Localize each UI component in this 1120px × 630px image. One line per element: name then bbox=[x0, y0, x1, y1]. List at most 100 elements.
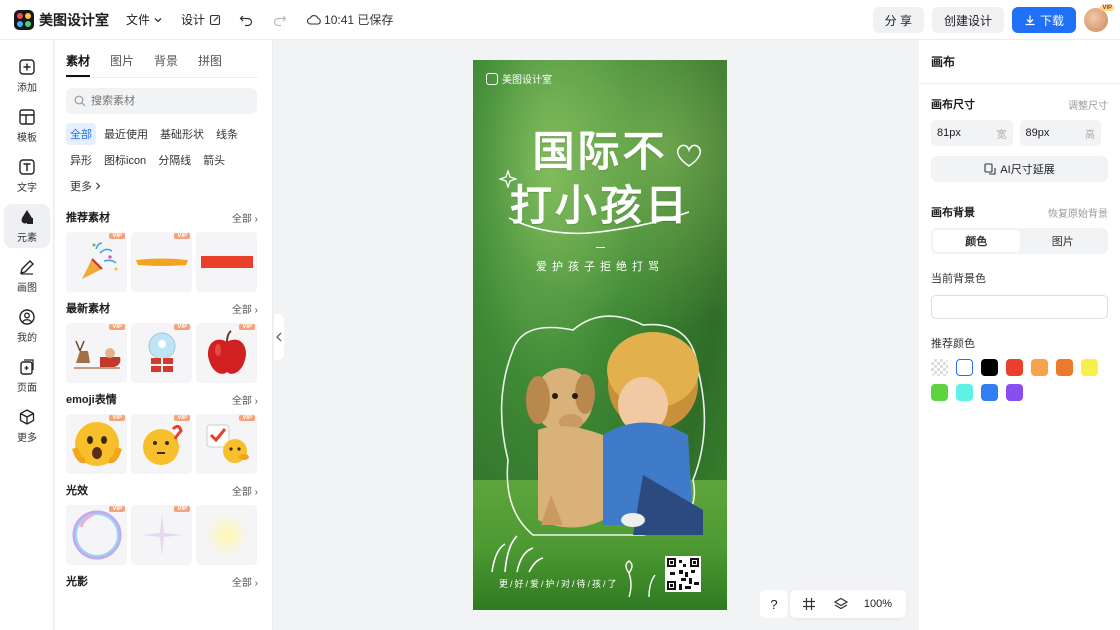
swatch-yellow[interactable] bbox=[1081, 359, 1098, 376]
subtitle-dash bbox=[596, 247, 605, 248]
section-title: emoji表情 bbox=[66, 394, 117, 406]
see-all-link[interactable]: 全部 › bbox=[232, 392, 258, 407]
qr-code[interactable] bbox=[665, 556, 701, 592]
asset-thumb-snowglobe[interactable]: VIP bbox=[131, 323, 192, 383]
poster-canvas[interactable]: 美图设计室 国际不 打小孩日 爱护孩子拒绝打骂 更/好/爱/护/对/待/孩/了 bbox=[473, 60, 727, 610]
swatch-orange[interactable] bbox=[1056, 359, 1073, 376]
chip-more-label: 更多 bbox=[70, 181, 92, 193]
swatch-black[interactable] bbox=[981, 359, 998, 376]
child-dog-photo[interactable] bbox=[493, 310, 713, 545]
swatch-red[interactable] bbox=[1006, 359, 1023, 376]
rail-item-draw[interactable]: 画图 bbox=[4, 254, 50, 298]
swatch-blue[interactable] bbox=[981, 384, 998, 401]
seg-image[interactable]: 图片 bbox=[1020, 230, 1107, 252]
restore-bg-link[interactable]: 恢复原始背景 bbox=[1048, 205, 1108, 220]
swatch-green[interactable] bbox=[931, 384, 948, 401]
see-all-link[interactable]: 全部 › bbox=[232, 483, 258, 498]
poster-footer[interactable]: 更/好/爱/护/对/待/孩/了 bbox=[499, 577, 619, 590]
download-button[interactable]: 下载 bbox=[1011, 7, 1076, 33]
asset-thumb-emoji-check[interactable]: VIP bbox=[196, 414, 257, 474]
app-logo[interactable]: 美图设计室 bbox=[14, 9, 114, 30]
chevron-down-icon bbox=[154, 17, 162, 22]
chip-icons[interactable]: 图标icon bbox=[100, 149, 150, 171]
chip-irregular[interactable]: 异形 bbox=[66, 149, 96, 171]
current-bg-row: 当前背景色 bbox=[931, 270, 1108, 286]
tab-backgrounds[interactable]: 背景 bbox=[154, 52, 178, 77]
rail-item-page[interactable]: 页面 bbox=[4, 354, 50, 398]
poster-subtitle[interactable]: 爱护孩子拒绝打骂 bbox=[473, 258, 727, 274]
heart-doodle-icon bbox=[676, 144, 702, 167]
vip-tag: VIP bbox=[239, 324, 255, 330]
asset-thumb-bubble[interactable]: VIP bbox=[66, 505, 127, 565]
search-box[interactable] bbox=[66, 88, 257, 114]
height-unit: 高 bbox=[1085, 129, 1095, 141]
see-all-link[interactable]: 全部 › bbox=[232, 210, 258, 225]
see-all-link[interactable]: 全部 › bbox=[232, 301, 258, 316]
rail-item-text[interactable]: 文字 bbox=[4, 154, 50, 198]
chip-recent[interactable]: 最近使用 bbox=[100, 123, 152, 145]
width-field[interactable]: 81px 宽 bbox=[931, 120, 1013, 146]
rail-label: 更多 bbox=[17, 433, 37, 444]
asset-thumb-emoji-thinking[interactable]: VIP bbox=[131, 414, 192, 474]
asset-thumb-emoji-scared[interactable]: VIP bbox=[66, 414, 127, 474]
design-menu[interactable]: 设计 bbox=[181, 11, 221, 28]
rail-item-mine[interactable]: 我的 bbox=[4, 304, 50, 348]
swatch-white[interactable] bbox=[956, 359, 973, 376]
chip-lines[interactable]: 线条 bbox=[212, 123, 242, 145]
create-design-button[interactable]: 创建设计 bbox=[931, 7, 1004, 33]
poster-brand: 美图设计室 bbox=[486, 71, 552, 86]
chip-all[interactable]: 全部 bbox=[66, 123, 96, 145]
current-bg-color-field[interactable] bbox=[931, 295, 1108, 319]
help-button[interactable]: ? bbox=[760, 590, 788, 618]
width-value: 81px bbox=[937, 127, 961, 139]
width-unit: 宽 bbox=[996, 129, 1007, 141]
height-field[interactable]: 89px 高 bbox=[1019, 120, 1101, 146]
tab-collage[interactable]: 拼图 bbox=[198, 52, 222, 77]
asset-thumb-party-popper[interactable]: VIP bbox=[66, 232, 127, 292]
collapse-panel-button[interactable] bbox=[274, 314, 284, 360]
canvas-area: 美图设计室 国际不 打小孩日 爱护孩子拒绝打骂 更/好/爱/护/对/待/孩/了 … bbox=[274, 40, 918, 630]
redo-icon[interactable] bbox=[273, 12, 289, 28]
zoom-level[interactable]: 100% bbox=[864, 598, 892, 610]
resize-link[interactable]: 调整尺寸 bbox=[1068, 97, 1108, 112]
chip-dividers[interactable]: 分隔线 bbox=[154, 149, 195, 171]
share-button[interactable]: 分 享 bbox=[872, 7, 924, 33]
search-input[interactable] bbox=[91, 95, 241, 107]
see-all-link[interactable]: 全部 › bbox=[232, 574, 258, 589]
ai-extend-button[interactable]: AI尺寸延展 bbox=[931, 156, 1108, 182]
tab-images[interactable]: 图片 bbox=[110, 52, 134, 77]
undo-icon[interactable] bbox=[239, 12, 255, 28]
asset-thumb-glow[interactable] bbox=[196, 505, 257, 565]
search-icon bbox=[74, 95, 86, 107]
avatar[interactable]: VIP bbox=[1084, 5, 1114, 32]
party-popper-icon bbox=[81, 242, 117, 279]
chip-arrows[interactable]: 箭头 bbox=[199, 149, 229, 171]
template-icon bbox=[19, 109, 35, 125]
rail-item-element[interactable]: 元素 bbox=[4, 204, 50, 248]
swatch-cyan[interactable] bbox=[956, 384, 973, 401]
save-status: 10:41 已保存 bbox=[307, 11, 393, 28]
swatch-transparent[interactable] bbox=[931, 359, 948, 376]
rail-item-add[interactable]: 添加 bbox=[4, 54, 50, 98]
grid-icon[interactable] bbox=[802, 597, 816, 611]
section-title: 光效 bbox=[66, 485, 88, 497]
asset-thumb-sleigh[interactable]: VIP bbox=[66, 323, 127, 383]
asset-thumb-sparkle[interactable]: VIP bbox=[131, 505, 192, 565]
swatch-light-orange[interactable] bbox=[1031, 359, 1048, 376]
asset-thumb-red-bar[interactable] bbox=[196, 232, 257, 292]
seg-color[interactable]: 颜色 bbox=[933, 230, 1020, 252]
layers-icon[interactable] bbox=[833, 597, 848, 611]
asset-thumb-apple[interactable]: VIP bbox=[196, 323, 257, 383]
chip-basic-shapes[interactable]: 基础形状 bbox=[156, 123, 208, 145]
rail-item-template[interactable]: 模板 bbox=[4, 104, 50, 148]
chip-more[interactable]: 更多 bbox=[66, 175, 106, 197]
rail-item-more[interactable]: 更多 bbox=[4, 404, 50, 448]
category-chips: 全部 最近使用 基础形状 线条 异形 图标icon 分隔线 箭头 更多 bbox=[66, 123, 262, 201]
file-menu[interactable]: 文件 bbox=[126, 11, 163, 28]
tab-materials[interactable]: 素材 bbox=[66, 52, 91, 77]
rail-label: 文字 bbox=[17, 183, 37, 194]
poster-brand-text: 美图设计室 bbox=[502, 75, 552, 86]
section-title: 推荐素材 bbox=[66, 212, 110, 224]
asset-thumb-yellow-stroke[interactable]: VIP bbox=[131, 232, 192, 292]
swatch-purple[interactable] bbox=[1006, 384, 1023, 401]
